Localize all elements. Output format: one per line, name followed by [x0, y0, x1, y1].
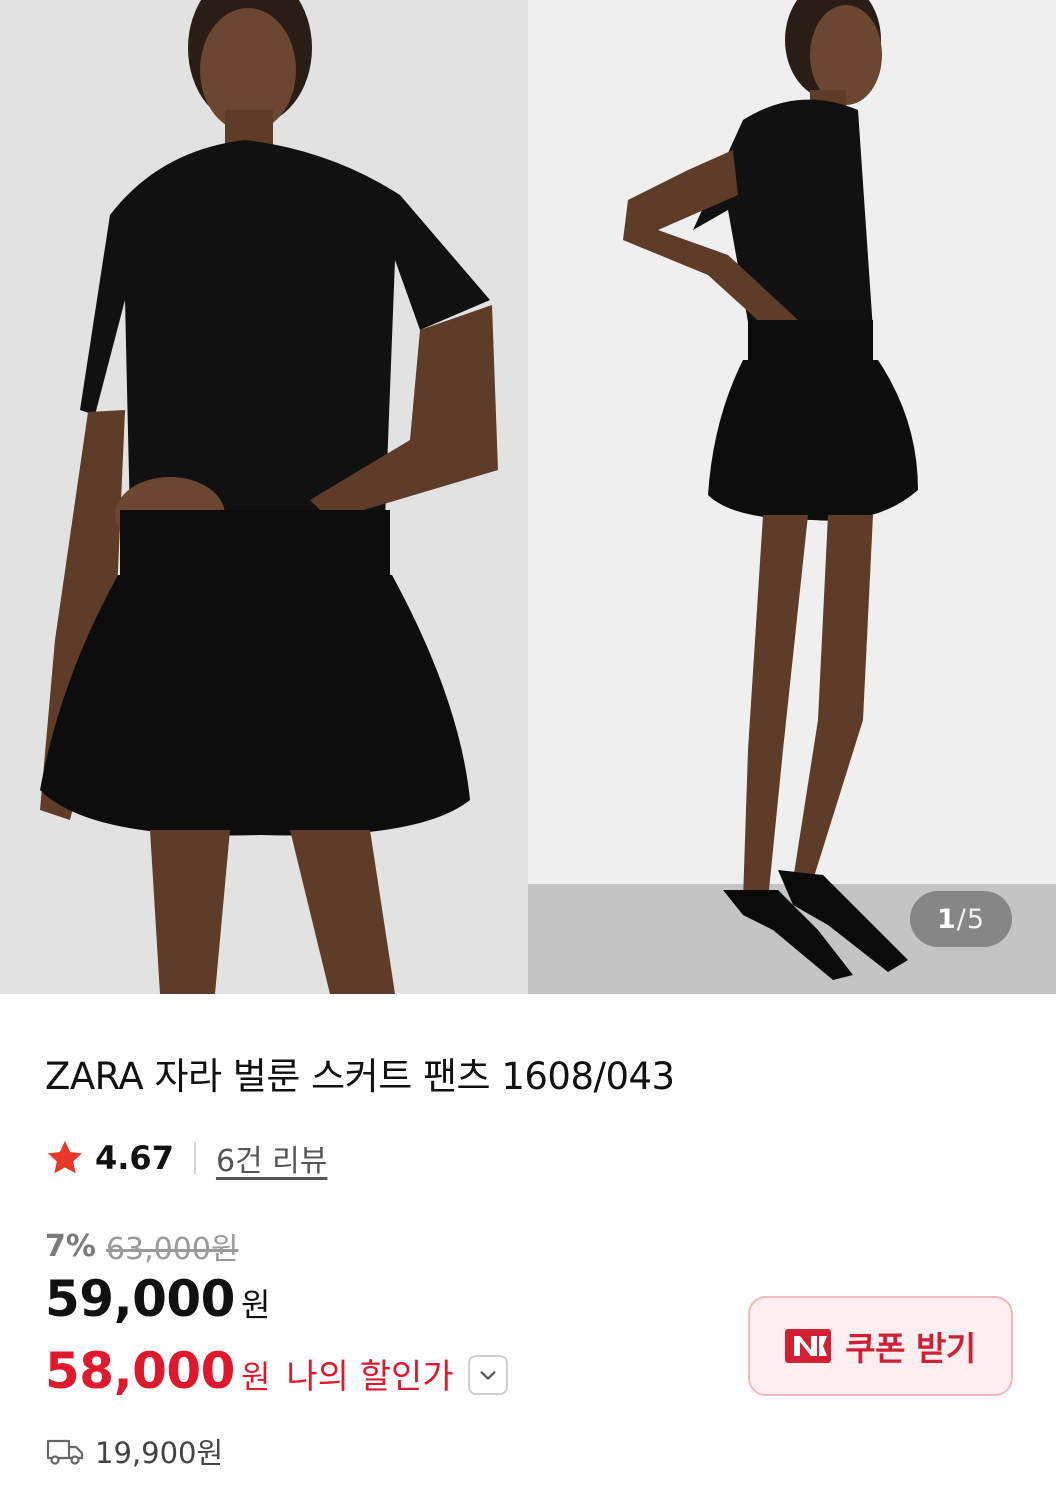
- model-side-photo: [528, 0, 1056, 994]
- product-title: ZARA 자라 벌룬 스커트 팬츠 1608/043: [45, 1055, 675, 1098]
- truck-icon: [46, 1439, 84, 1465]
- discount-rate: 7%: [45, 1228, 96, 1264]
- review-count-link[interactable]: 6건 리뷰: [216, 1136, 327, 1180]
- shipping-row: 19,900원: [45, 1430, 223, 1472]
- star-icon: [48, 1141, 82, 1174]
- my-price-expand-button[interactable]: [467, 1355, 508, 1395]
- shipping-fee: 19,900원: [95, 1436, 224, 1470]
- sale-price: 59,000 원: [45, 1270, 270, 1328]
- sale-price-unit: 원: [240, 1286, 271, 1324]
- image-counter-current: 1: [936, 903, 957, 935]
- image-counter-separator: /: [956, 903, 967, 935]
- rating-score: 4.67: [95, 1139, 174, 1177]
- get-coupon-button[interactable]: 쿠폰 받기: [748, 1296, 1013, 1396]
- discount-row: 7% 63,000원: [45, 1224, 239, 1268]
- image-counter: 1 / 5: [910, 891, 1012, 947]
- image-gallery[interactable]: 1 / 5: [0, 0, 1056, 994]
- my-price-label: 나의 할인가: [286, 1357, 454, 1397]
- chevron-down-icon: [480, 1371, 496, 1380]
- model-side-illustration: [528, 0, 1056, 994]
- sale-price-amount: 59,000: [45, 1270, 235, 1328]
- rating-row: 4.67 6건 리뷰: [45, 1136, 327, 1180]
- model-front-photo: [0, 0, 528, 994]
- my-price-amount: 58,000: [45, 1342, 235, 1400]
- model-front-illustration: [0, 0, 528, 994]
- my-price-unit: 원: [240, 1358, 271, 1396]
- rating-divider: [193, 1142, 196, 1174]
- my-discount-price: 58,000 원 나의 할인가: [45, 1342, 508, 1400]
- original-price: 63,000원: [105, 1232, 239, 1267]
- n-badge-icon: [785, 1329, 832, 1363]
- coupon-label: 쿠폰 받기: [845, 1329, 976, 1368]
- image-counter-total: 5: [966, 903, 986, 935]
